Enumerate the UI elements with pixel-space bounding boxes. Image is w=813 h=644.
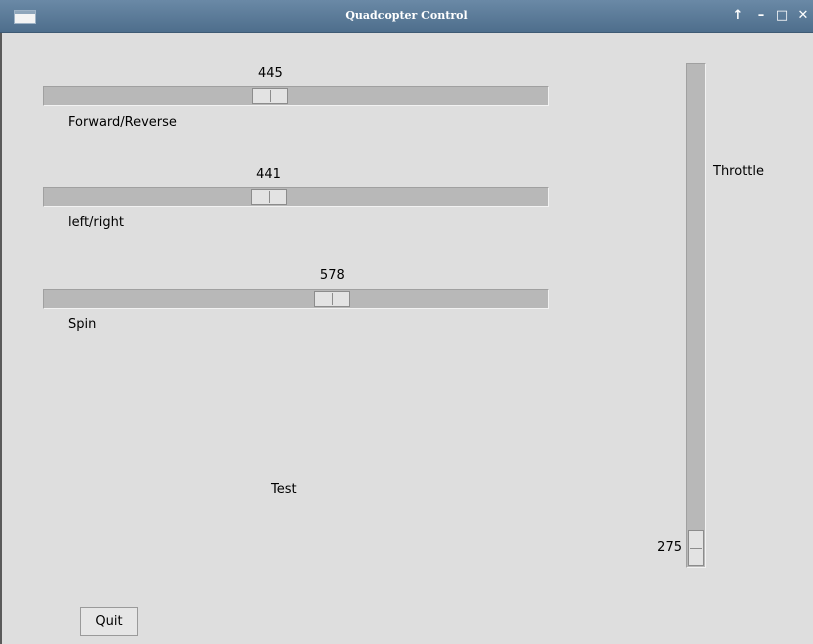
app-window: Quadcopter Control ↑ – □ ✕ 445 Forward/R… (0, 0, 813, 644)
title-bar[interactable]: Quadcopter Control ↑ – □ ✕ (0, 0, 813, 33)
slider-handle[interactable] (314, 291, 351, 307)
slider-trough[interactable] (43, 86, 549, 106)
forward-reverse-label: Forward/Reverse (68, 115, 177, 130)
spin-label: Spin (68, 317, 97, 332)
slider-trough[interactable] (43, 289, 549, 309)
quit-button[interactable]: Quit (80, 607, 138, 636)
left-right-label: left/right (68, 215, 124, 230)
spin-slider[interactable] (43, 289, 549, 309)
throttle-value: 275 (657, 540, 682, 555)
minimize-icon[interactable]: – (752, 6, 770, 26)
throttle-label: Throttle (713, 164, 764, 179)
throttle-slider[interactable] (686, 63, 706, 568)
spin-value: 578 (319, 268, 345, 283)
slider-handle[interactable] (688, 530, 704, 566)
slider-trough[interactable] (43, 187, 549, 207)
left-right-slider[interactable] (43, 187, 549, 207)
maximize-icon[interactable]: □ (773, 6, 791, 26)
main-panel: 445 Forward/Reverse 441 left/right 578 S… (0, 33, 813, 644)
shade-up-icon[interactable]: ↑ (729, 6, 747, 26)
slider-handle[interactable] (252, 88, 289, 104)
slider-handle[interactable] (250, 189, 287, 205)
forward-reverse-value: 445 (257, 66, 283, 81)
slider-trough[interactable] (686, 63, 706, 568)
window-title: Quadcopter Control (345, 9, 468, 22)
left-right-value: 441 (256, 167, 281, 182)
test-label: Test (271, 482, 297, 497)
forward-reverse-slider[interactable] (43, 86, 549, 106)
close-icon[interactable]: ✕ (794, 6, 812, 26)
